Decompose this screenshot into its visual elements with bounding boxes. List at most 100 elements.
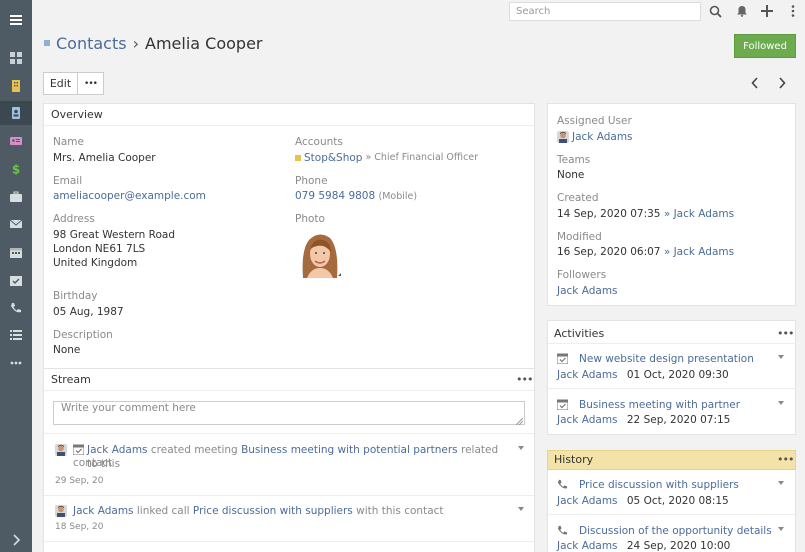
page-title: Amelia Cooper <box>145 33 263 53</box>
stream-item-1-date: 29 Sep, 20 <box>55 476 104 486</box>
history-2-meta: Jack Adams 24 Sep, 2020 10:00 <box>557 539 730 552</box>
history-2-title-link[interactable]: Discussion of the opportunity details <box>579 524 772 538</box>
history-1-user-link[interactable]: Jack Adams <box>557 495 618 507</box>
followers-link[interactable]: Jack Adams <box>557 284 618 298</box>
modified-by-link[interactable]: » Jack Adams <box>664 246 734 258</box>
assigned-user-link[interactable]: Jack Adams <box>572 130 633 144</box>
followed-button[interactable]: Followed <box>734 34 796 58</box>
history-title: History <box>554 453 594 466</box>
stream-title: Stream <box>51 373 91 386</box>
birthday-label: Birthday <box>53 290 98 302</box>
stream-item-2-text: Jack Adams linked call Price discussion … <box>73 504 513 518</box>
stream-item-divider <box>44 541 534 542</box>
activity-2-title-link[interactable]: Business meeting with partner <box>579 398 740 412</box>
stream-item-divider <box>44 495 534 496</box>
comment-input[interactable] <box>53 401 525 425</box>
created-label: Created <box>557 192 599 204</box>
activity-1-dropdown-icon[interactable] <box>778 355 784 359</box>
history-2-user-link[interactable]: Jack Adams <box>557 540 618 552</box>
modified-value: 16 Sep, 2020 06:07 » Jack Adams <box>557 245 734 259</box>
search-input[interactable] <box>509 2 701 21</box>
phone-link[interactable]: 079 5984 9808 <box>295 190 375 202</box>
stream-item-2-user-link[interactable]: Jack Adams <box>73 505 134 517</box>
expand-sidebar-icon[interactable] <box>0 528 32 552</box>
quick-create-plus-icon[interactable] <box>760 4 774 18</box>
stream-item-2-target-link[interactable]: Price discussion with suppliers <box>193 505 353 517</box>
activities-menu-button[interactable]: ••• <box>777 327 794 340</box>
resize-handle-icon[interactable] <box>515 415 524 426</box>
opportunities-icon[interactable]: $ <box>0 157 32 181</box>
accounts-icon[interactable] <box>0 74 32 98</box>
history-item-divider <box>548 514 795 515</box>
account-role: » Chief Financial Officer <box>365 152 479 163</box>
stream-item-1-user-link[interactable]: Jack Adams <box>87 444 148 456</box>
created-by-link[interactable]: » Jack Adams <box>664 208 734 220</box>
overview-divider <box>44 125 534 126</box>
history-menu-button[interactable]: ••• <box>777 453 794 466</box>
search-icon[interactable] <box>708 4 722 18</box>
dashboard-icon[interactable] <box>0 46 32 70</box>
next-record-icon[interactable] <box>775 76 789 90</box>
stream-item-1-text: Jack Adams created meeting Business meet… <box>87 443 507 471</box>
stream-item-2-dropdown-icon[interactable] <box>518 507 524 511</box>
meetings-icon[interactable] <box>0 268 32 292</box>
stream-item-divider <box>44 433 534 434</box>
previous-record-icon[interactable] <box>748 76 762 90</box>
breadcrumb-separator: › <box>132 33 139 53</box>
call-icon <box>557 479 568 493</box>
activity-2-meta: Jack Adams 22 Sep, 2020 07:15 <box>557 413 730 427</box>
photo-label: Photo <box>295 213 325 225</box>
menu-toggle-icon[interactable] <box>0 8 32 32</box>
user-menu-icon[interactable] <box>786 4 800 18</box>
stream-item-2-suffix: with this contact <box>356 505 444 517</box>
teams-value: None <box>557 169 585 181</box>
user-avatar <box>55 444 67 456</box>
edit-button[interactable]: Edit <box>43 72 78 95</box>
address-line-1: 98 Great Western Road <box>53 229 176 241</box>
account-link[interactable]: Stop&Shop <box>304 151 362 165</box>
contacts-scope-icon <box>44 40 50 46</box>
calendar-icon[interactable] <box>0 240 32 264</box>
contact-photo[interactable] <box>297 230 343 278</box>
more-actions-button[interactable]: ••• <box>77 72 104 95</box>
contacts-icon[interactable] <box>0 101 32 125</box>
more-modules-icon[interactable] <box>0 351 32 375</box>
activity-1-user-link[interactable]: Jack Adams <box>557 369 618 381</box>
calls-icon[interactable] <box>0 296 32 320</box>
activity-1-meta: Jack Adams 01 Oct, 2020 09:30 <box>557 368 729 382</box>
svg-text:$: $ <box>12 163 20 175</box>
phone-label: Phone <box>295 175 328 187</box>
name-label: Name <box>53 136 84 148</box>
history-1-title-link[interactable]: Price discussion with suppliers <box>579 478 739 492</box>
activity-1-title-link[interactable]: New website design presentation <box>579 352 754 366</box>
stream-item-1-target-link[interactable]: Business meeting with potential partners <box>241 444 458 456</box>
history-2-dropdown-icon[interactable] <box>778 527 784 531</box>
meeting-icon <box>556 353 569 367</box>
followers-label: Followers <box>557 269 607 281</box>
created-value: 14 Sep, 2020 07:35 » Jack Adams <box>557 207 734 221</box>
tasks-icon[interactable] <box>0 323 32 347</box>
email-icon[interactable] <box>0 212 32 236</box>
meeting-icon <box>72 444 85 458</box>
stream-divider <box>44 390 534 391</box>
modified-date: 16 Sep, 2020 06:07 <box>557 246 661 258</box>
call-icon <box>557 525 568 539</box>
accounts-label: Accounts <box>295 136 343 148</box>
breadcrumb-contacts-link[interactable]: Contacts <box>56 34 127 53</box>
activity-2-dropdown-icon[interactable] <box>778 401 784 405</box>
name-value: Mrs. Amelia Cooper <box>53 152 156 164</box>
stream-menu-button[interactable]: ••• <box>516 373 533 386</box>
history-1-dropdown-icon[interactable] <box>778 481 784 485</box>
stream-item-1-suffix-2: contact <box>73 457 113 469</box>
created-date: 14 Sep, 2020 07:35 <box>557 208 661 220</box>
stream-item-2-date: 18 Sep, 20 <box>55 522 104 532</box>
email-link[interactable]: ameliacooper@example.com <box>53 189 206 203</box>
activities-title: Activities <box>554 327 605 340</box>
history-1-meta: Jack Adams 05 Oct, 2020 08:15 <box>557 494 729 508</box>
notifications-bell-icon[interactable] <box>735 4 749 18</box>
activity-2-user-link[interactable]: Jack Adams <box>557 414 618 426</box>
cases-icon[interactable] <box>0 185 32 209</box>
leads-icon[interactable] <box>0 129 32 153</box>
history-2-date: 24 Sep, 2020 10:00 <box>626 540 731 552</box>
stream-item-1-dropdown-icon[interactable] <box>518 446 524 450</box>
